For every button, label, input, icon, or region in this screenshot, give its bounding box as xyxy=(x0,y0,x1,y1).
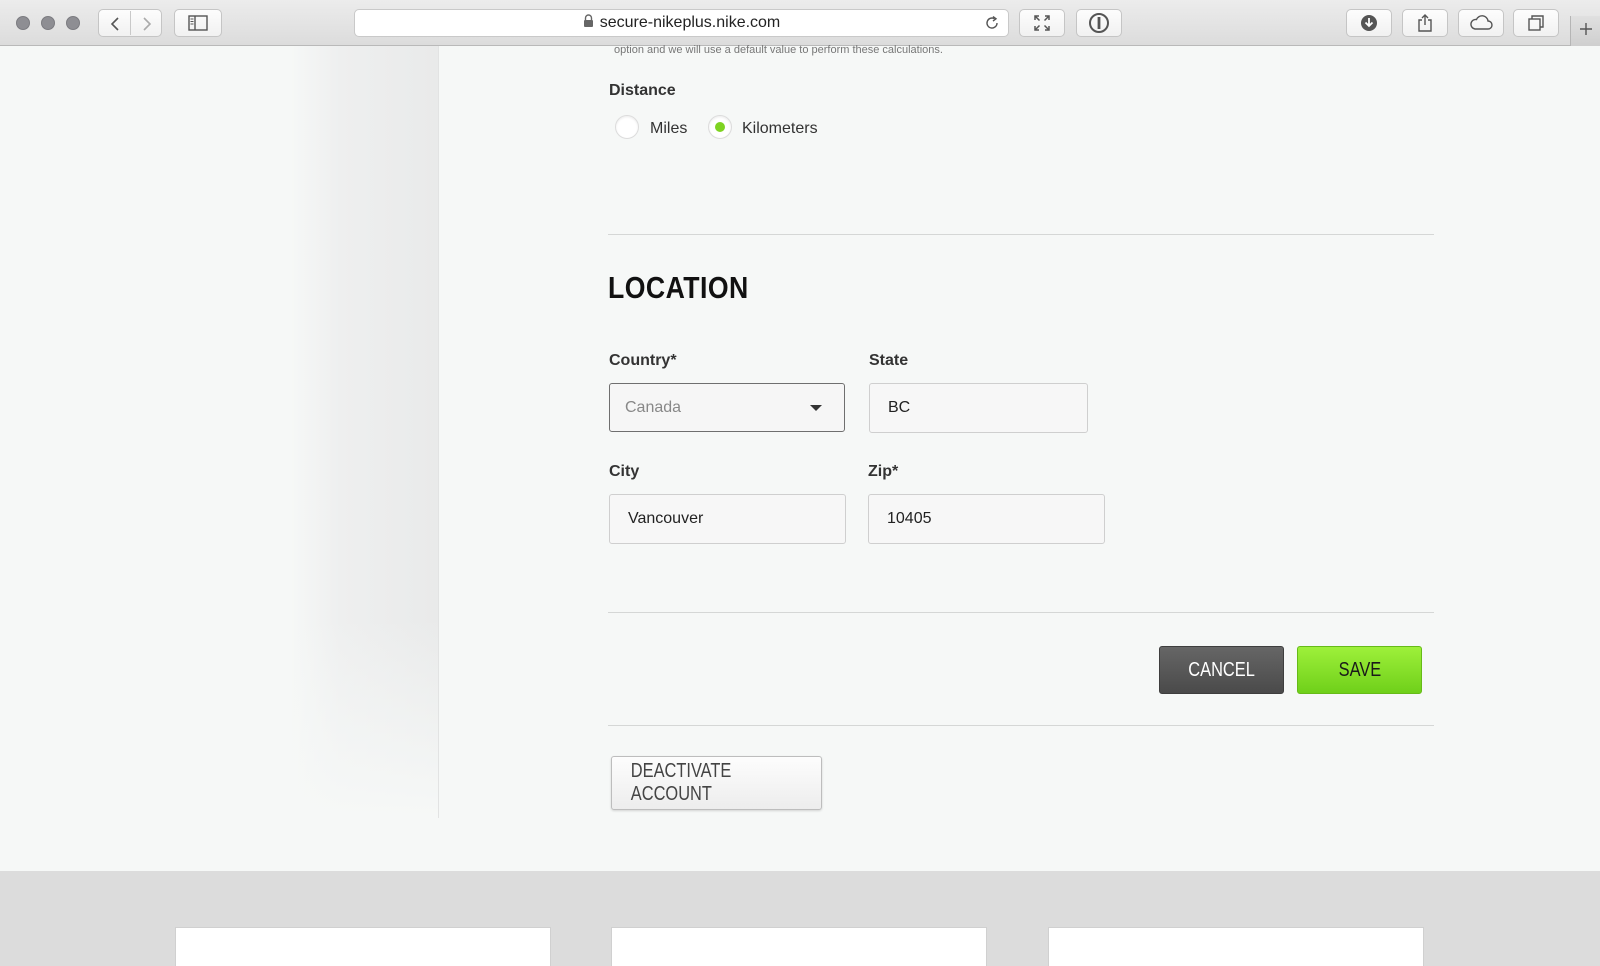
tab-overview-button[interactable] xyxy=(1513,9,1559,37)
caret-down-icon xyxy=(810,405,822,411)
zip-input[interactable] xyxy=(868,494,1105,544)
city-label: City xyxy=(609,463,640,480)
browser-toolbar: secure-nikeplus.nike.com xyxy=(0,0,1600,46)
form-divider xyxy=(608,612,1434,613)
minimize-window-button[interactable] xyxy=(41,16,55,30)
sidebar-icon xyxy=(188,15,208,31)
reload-icon[interactable] xyxy=(984,15,1000,36)
info-key-icon xyxy=(1088,12,1110,34)
close-window-button[interactable] xyxy=(16,16,30,30)
city-input[interactable] xyxy=(609,494,846,544)
zoom-window-button[interactable] xyxy=(66,16,80,30)
sidebar-toggle-button[interactable] xyxy=(174,9,222,37)
downloads-button[interactable] xyxy=(1346,9,1392,37)
country-select-value: Canada xyxy=(625,399,682,416)
save-button[interactable]: SAVE xyxy=(1297,646,1422,694)
url-text: secure-nikeplus.nike.com xyxy=(599,14,781,31)
back-icon[interactable] xyxy=(107,16,123,32)
country-label: Country* xyxy=(609,352,677,369)
plus-icon xyxy=(1579,22,1593,41)
units-help-text: option and we will use a default value t… xyxy=(614,44,943,56)
section-divider xyxy=(608,234,1434,235)
address-bar[interactable]: secure-nikeplus.nike.com xyxy=(354,9,1009,37)
cloud-icon xyxy=(1469,15,1493,31)
password-manager-button[interactable] xyxy=(1076,9,1122,37)
new-tab-button[interactable] xyxy=(1570,16,1600,46)
footer-card xyxy=(611,927,987,966)
forward-icon[interactable] xyxy=(139,16,155,32)
state-label: State xyxy=(869,352,909,369)
state-input[interactable] xyxy=(869,383,1088,433)
share-icon xyxy=(1417,14,1433,32)
miles-radio[interactable] xyxy=(615,115,639,139)
share-button[interactable] xyxy=(1402,9,1448,37)
distance-label: Distance xyxy=(609,82,676,99)
deactivate-account-button[interactable]: DEACTIVATE ACCOUNT xyxy=(611,756,822,810)
actions-divider xyxy=(608,725,1434,726)
fullscreen-icon xyxy=(1033,14,1051,32)
download-icon xyxy=(1360,14,1378,32)
save-button-label: SAVE xyxy=(1338,658,1381,681)
footer-card xyxy=(1048,927,1424,966)
fullscreen-button[interactable] xyxy=(1019,9,1065,37)
lock-icon xyxy=(583,14,594,32)
cancel-button-label: CANCEL xyxy=(1188,658,1255,681)
footer-card xyxy=(175,927,551,966)
tabs-icon xyxy=(1527,14,1545,32)
nav-divider xyxy=(130,11,131,35)
location-section-title: LOCATION xyxy=(608,270,749,305)
left-sidebar-panel xyxy=(0,46,438,818)
deactivate-account-label: DEACTIVATE ACCOUNT xyxy=(630,760,732,805)
miles-radio-label[interactable]: Miles xyxy=(650,120,687,138)
cancel-button[interactable]: CANCEL xyxy=(1159,646,1284,694)
kilometers-radio[interactable] xyxy=(708,115,732,139)
kilometers-radio-label[interactable]: Kilometers xyxy=(742,120,818,138)
sidebar-divider xyxy=(438,46,439,818)
zip-label: Zip* xyxy=(868,463,899,480)
country-select[interactable]: Canada xyxy=(609,383,845,432)
icloud-tabs-button[interactable] xyxy=(1458,9,1504,37)
